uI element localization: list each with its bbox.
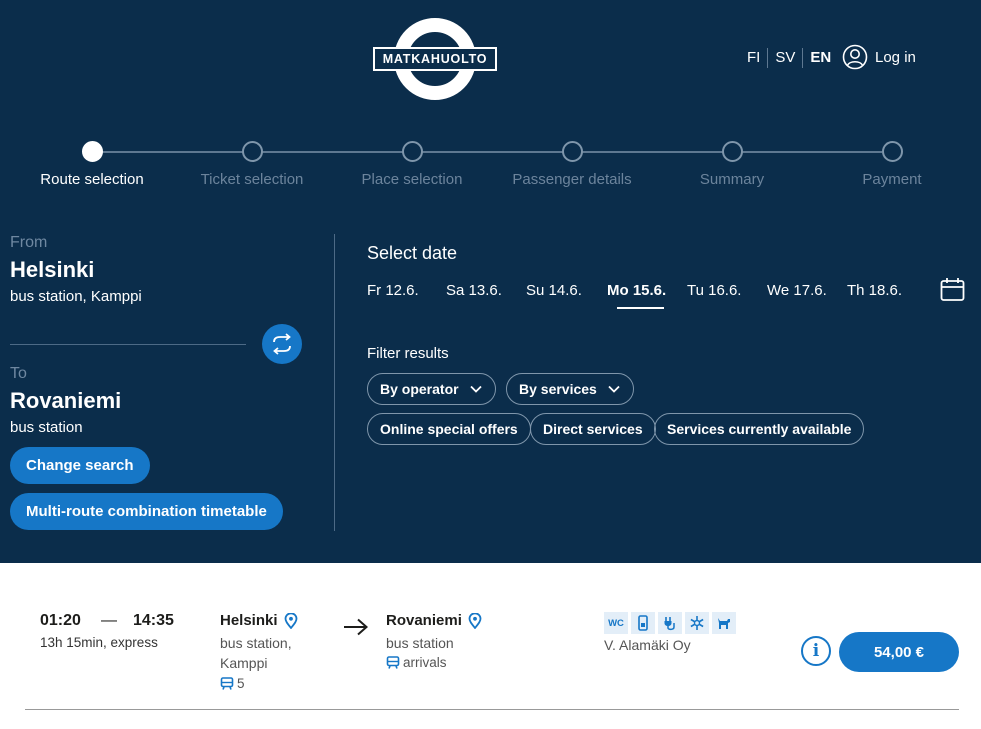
result-to-station: bus station bbox=[386, 635, 454, 651]
info-button[interactable]: i bbox=[801, 636, 831, 666]
change-search-button[interactable]: Change search bbox=[10, 447, 150, 484]
login-label: Log in bbox=[875, 48, 916, 66]
lang-en[interactable]: EN bbox=[802, 48, 838, 68]
step-label: Summary bbox=[699, 171, 765, 188]
step-passenger-details: Passenger details bbox=[487, 140, 657, 188]
phone-charger-icon bbox=[631, 612, 655, 634]
date-option[interactable]: Su 14.6. bbox=[526, 282, 582, 299]
calendar-icon[interactable] bbox=[940, 277, 965, 302]
to-city: Rovaniemi bbox=[10, 388, 122, 413]
swap-route-button[interactable] bbox=[262, 324, 302, 364]
date-option[interactable]: We 17.6. bbox=[767, 282, 827, 299]
map-pin-icon bbox=[468, 612, 482, 629]
route-divider bbox=[10, 344, 246, 345]
logo-text: MATKAHUOLTO bbox=[382, 52, 488, 66]
filter-chip-online-offers[interactable]: Online special offers bbox=[367, 413, 531, 445]
departure-result-row: 01:20 — 14:35 13h 15min, express Helsink… bbox=[0, 563, 981, 729]
step-label: Place selection bbox=[361, 171, 463, 188]
result-from-city[interactable]: Helsinki bbox=[220, 612, 298, 629]
result-to-city[interactable]: Rovaniemi bbox=[386, 612, 482, 629]
result-to-city-label: Rovaniemi bbox=[386, 612, 462, 629]
step-dot bbox=[401, 141, 423, 162]
trip-duration: 13h 15min, express bbox=[40, 635, 158, 650]
lang-fi[interactable]: FI bbox=[740, 48, 767, 68]
step-ticket-selection: Ticket selection bbox=[167, 140, 337, 188]
login-button[interactable]: Log in bbox=[842, 44, 916, 70]
from-label: From bbox=[10, 234, 48, 251]
step-summary: Summary bbox=[647, 140, 817, 188]
date-option[interactable]: Th 18.6. bbox=[847, 282, 902, 299]
step-dot bbox=[881, 141, 903, 162]
step-dot bbox=[721, 141, 743, 162]
result-from-station-line1: bus station, bbox=[220, 635, 292, 651]
step-dot bbox=[81, 141, 103, 162]
date-option[interactable]: Fr 12.6. bbox=[367, 282, 419, 299]
multi-route-timetable-button[interactable]: Multi-route combination timetable bbox=[10, 493, 283, 530]
booking-stepper: Route selection Ticket selection Place s… bbox=[0, 140, 981, 200]
step-label: Passenger details bbox=[512, 171, 632, 188]
lang-sv[interactable]: SV bbox=[767, 48, 802, 68]
filter-by-operator-dropdown[interactable]: By operator bbox=[367, 373, 496, 405]
result-from-city-label: Helsinki bbox=[220, 612, 278, 629]
bus-icon bbox=[386, 656, 400, 669]
date-option[interactable]: Tu 16.6. bbox=[687, 282, 741, 299]
time-separator: — bbox=[101, 612, 117, 629]
bus-icon bbox=[220, 677, 234, 690]
to-station: bus station bbox=[10, 419, 83, 436]
pet-icon bbox=[712, 612, 736, 634]
arrival-time: 14:35 bbox=[133, 612, 174, 629]
chevron-down-icon bbox=[608, 385, 620, 393]
price-select-button[interactable]: 54,00 € bbox=[839, 632, 959, 672]
row-divider bbox=[25, 709, 959, 710]
operator-name: V. Alamäki Oy bbox=[604, 637, 691, 653]
result-from-station-line2: Kamppi bbox=[220, 655, 268, 671]
platform-number: 5 bbox=[237, 676, 245, 691]
filter-results-title: Filter results bbox=[367, 345, 449, 362]
chip-label: By operator bbox=[380, 381, 459, 397]
to-label: To bbox=[10, 365, 27, 382]
step-payment: Payment bbox=[807, 140, 977, 188]
step-place-selection: Place selection bbox=[327, 140, 497, 188]
search-header-panel: MATKAHUOLTO FI SV EN Log in Route select… bbox=[0, 0, 981, 563]
step-label: Ticket selection bbox=[200, 171, 304, 188]
from-station: bus station, Kamppi bbox=[10, 288, 142, 305]
filter-by-services-dropdown[interactable]: By services bbox=[506, 373, 634, 405]
from-city: Helsinki bbox=[10, 257, 95, 282]
step-label: Payment bbox=[862, 171, 922, 188]
select-date-title: Select date bbox=[367, 243, 458, 263]
step-dot bbox=[241, 141, 263, 162]
filter-chip-direct-services[interactable]: Direct services bbox=[530, 413, 656, 445]
platform-info: 5 bbox=[220, 676, 245, 691]
chevron-down-icon bbox=[469, 385, 482, 393]
swap-arrows-icon bbox=[273, 333, 291, 355]
step-route-selection[interactable]: Route selection bbox=[7, 140, 177, 188]
filter-chip-services-available[interactable]: Services currently available bbox=[654, 413, 865, 445]
user-circle-icon bbox=[842, 44, 868, 70]
arrow-right-icon bbox=[344, 618, 369, 636]
map-pin-icon bbox=[284, 612, 297, 629]
service-icons: WC bbox=[604, 612, 736, 634]
chip-label: By services bbox=[519, 381, 597, 397]
date-option-selected[interactable]: Mo 15.6. bbox=[607, 282, 666, 309]
panel-separator bbox=[334, 234, 335, 531]
air-conditioning-icon bbox=[685, 612, 709, 634]
departure-time: 01:20 bbox=[40, 612, 81, 629]
wc-icon: WC bbox=[604, 612, 628, 634]
step-label: Route selection bbox=[40, 171, 144, 188]
step-dot bbox=[561, 141, 583, 162]
matkahuolto-logo[interactable]: MATKAHUOLTO bbox=[373, 18, 497, 100]
language-switcher: FI SV EN bbox=[740, 48, 838, 68]
arrivals-label: arrivals bbox=[403, 655, 447, 670]
arrivals-link[interactable]: arrivals bbox=[386, 655, 447, 670]
date-option[interactable]: Sa 13.6. bbox=[446, 282, 502, 299]
power-plug-icon bbox=[658, 612, 682, 634]
